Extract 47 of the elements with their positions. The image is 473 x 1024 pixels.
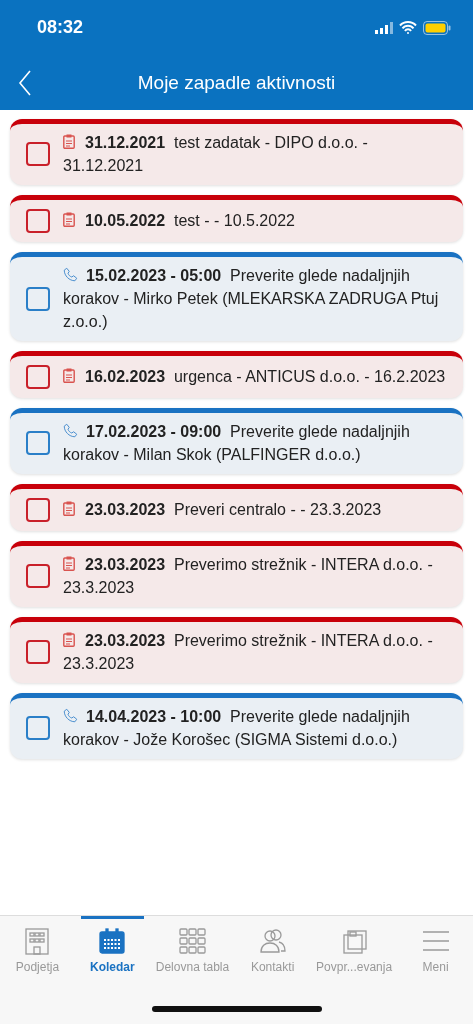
phone-icon [63,708,78,723]
checkbox[interactable] [26,431,50,455]
clipboard-icon [63,212,75,227]
wifi-icon [399,21,417,34]
activity-text: 15.02.2023 - 05:00 Preverite glede nadaljnjih korakov - Mirko Petek (MLEKARSKA ZADRUGA Ptuj z.o.o.) [63,266,440,332]
clipboard-icon [63,368,75,383]
activity-card[interactable]: 15.02.2023 - 05:00 Preverite glede nadaljnjih korakov - Mirko Petek (MLEKARSKA ZADRUGA Ptuj z.o.o.) [10,252,463,341]
status-time: 08:32 [37,17,84,38]
clipboard-icon [63,556,75,571]
activity-card[interactable]: 17.02.2023 - 09:00 Preverite glede nadaljnjih korakov - Milan Skok (PALFINGER d.o.o.) [10,408,463,474]
checkbox[interactable] [26,640,50,664]
activity-card[interactable]: 23.03.2023 Preveri centralo - - 23.3.2023 [10,484,463,531]
checkbox[interactable] [26,364,50,389]
activity-text: 31.12.2021 test zadatak - DIPO d.o.o. - 31.12.2021 [63,133,369,176]
phone-icon [63,267,78,282]
briefcase-icon [340,927,369,955]
activity-card[interactable]: 10.05.2022 test - - 10.5.2022 [10,195,463,242]
battery-icon [423,20,451,35]
activity-text: 16.02.2023 urgenca - ANTICUS d.o.o. - 16.2.2023 [63,365,446,388]
activity-card[interactable]: 23.03.2023 Preverimo strežnik - INTERA d.o.o. - 23.3.2023 [10,617,463,683]
clipboard-icon [63,134,75,149]
building-icon [23,927,52,955]
activity-card[interactable]: 23.03.2023 Preverimo strežnik - INTERA d.o.o. - 23.3.2023 [10,541,463,607]
signal-icon [375,21,393,34]
activity-text: 23.03.2023 Preverimo strežnik - INTERA d.o.o. - 23.3.2023 [63,631,434,674]
checkbox[interactable] [26,716,50,740]
checkbox[interactable] [26,286,50,311]
activity-card[interactable]: 14.04.2023 - 10:00 Preverite glede nadaljnjih korakov - Jože Korošec (SIGMA Sistemi d.o.o.) [10,693,463,759]
checkbox[interactable] [26,142,50,166]
checkbox[interactable] [26,208,50,233]
activity-card[interactable]: 31.12.2021 test zadatak - DIPO d.o.o. - 31.12.2021 [10,119,463,185]
clipboard-icon [63,501,75,516]
phone-icon [63,423,78,438]
people-icon [258,927,287,955]
activity-text: 23.03.2023 Preveri centralo - - 23.3.2023 [63,498,382,521]
page-title: Moje zapadle aktivnosti [137,71,336,94]
grid-icon [178,927,207,955]
tab-bar-item[interactable]: Koledar [80,916,144,974]
activity-text: 10.05.2022 test - - 10.5.2022 [63,209,295,232]
calendar-icon [98,927,127,955]
checkbox[interactable] [26,497,50,522]
clipboard-icon [63,632,75,647]
activity-text: 14.04.2023 - 10:00 Preverite glede nadaljnjih korakov - Jože Korošec (SIGMA Sistemi d.o.o.) [63,707,411,750]
checkbox[interactable] [26,564,50,588]
activity-text: 23.03.2023 Preverimo strežnik - INTERA d.o.o. - 23.3.2023 [63,555,434,598]
activity-card[interactable]: 16.02.2023 urgenca - ANTICUS d.o.o. - 16.2.2023 [10,351,463,398]
activity-text: 17.02.2023 - 09:00 Preverite glede nadaljnjih korakov - Milan Skok (PALFINGER d.o.o.) [63,422,411,465]
